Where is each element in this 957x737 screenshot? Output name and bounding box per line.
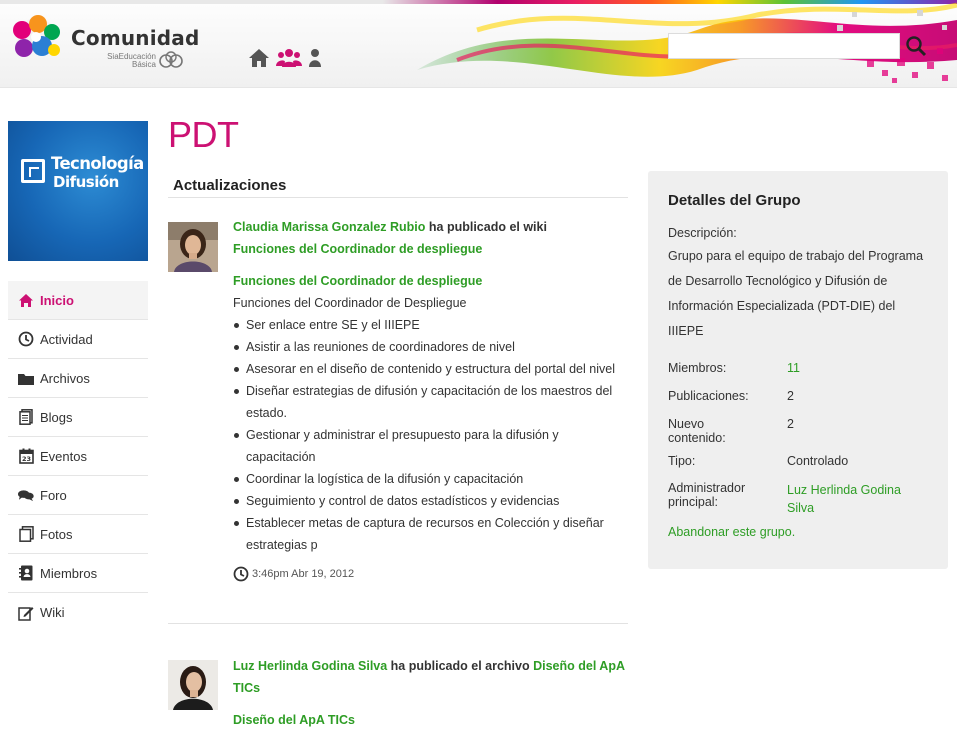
- type-value: Controlado: [787, 454, 849, 468]
- menu-item-label: Actividad: [40, 331, 93, 347]
- list-item: Diseñar estrategias de difusión y capaci…: [233, 380, 628, 424]
- menu-item-fotos[interactable]: Fotos: [8, 515, 148, 554]
- updates-heading: Actualizaciones: [168, 172, 628, 198]
- activity-content: Claudia Marissa Gonzalez Rubio ha public…: [233, 216, 628, 582]
- admin-label: Administrador principal:: [668, 481, 778, 509]
- search-button[interactable]: [903, 32, 929, 60]
- svg-text:23: 23: [21, 455, 30, 463]
- menu-item-foro[interactable]: Foro: [8, 476, 148, 515]
- site-logo-icon[interactable]: [8, 12, 64, 64]
- new-content-label: Nuevo contenido:: [668, 417, 778, 445]
- admin-label-2: principal:: [668, 495, 719, 509]
- activity-summary: Luz Herlinda Godina Silva ha publicado e…: [233, 655, 628, 699]
- new-content-count: 2: [787, 417, 794, 431]
- description-text: Grupo para el equipo de trabajo del Prog…: [668, 249, 924, 338]
- updates-heading-text: Actualizaciones: [173, 177, 287, 194]
- blog-icon: [18, 409, 34, 425]
- admin-name-2: Silva: [787, 501, 815, 515]
- activity-content: Luz Herlinda Godina Silva ha publicado e…: [233, 655, 628, 731]
- folder-icon: [18, 370, 34, 386]
- groups-icon[interactable]: [276, 48, 302, 73]
- menu-item-blogs[interactable]: Blogs: [8, 398, 148, 437]
- search-icon: [906, 36, 927, 57]
- menu-item-actividad[interactable]: Actividad: [8, 320, 148, 359]
- activity-action: ha publicado el archivo: [387, 659, 534, 673]
- content-list: Ser enlace entre SE y el IIIEPE Asistir …: [233, 314, 628, 556]
- content-intro: Funciones del Coordinador de Despliegue: [233, 296, 467, 310]
- posts-label: Publicaciones:: [668, 389, 749, 403]
- list-item: Gestionar y administrar el presupuesto p…: [233, 424, 628, 468]
- search-box: [668, 33, 900, 59]
- menu-item-label: Fotos: [40, 526, 73, 542]
- menu-item-label: Foro: [40, 487, 67, 503]
- members-label: Miembros:: [668, 361, 727, 375]
- clock-icon: [18, 331, 34, 347]
- author-link[interactable]: Claudia Marissa Gonzalez Rubio: [233, 220, 425, 234]
- tecnologia-logo-icon: [21, 159, 45, 183]
- admin-label-1: Administrador: [668, 481, 746, 495]
- knot-logo-icon: [159, 51, 183, 68]
- group-menu: Inicio Actividad Archivos Blogs 23 Event…: [8, 281, 148, 632]
- address-book-icon: [18, 565, 34, 581]
- page-title: PDT: [168, 114, 239, 155]
- group-details-panel: Detalles del Grupo Descripción: Grupo pa…: [648, 171, 948, 569]
- home-icon: [18, 292, 34, 308]
- brand-subtitle: SiaEducación Básica: [104, 53, 156, 69]
- search-input[interactable]: [669, 34, 899, 58]
- calendar-icon: 23: [18, 448, 34, 464]
- brand-name[interactable]: Comunidad: [71, 26, 200, 50]
- clock-icon: [233, 566, 249, 582]
- menu-item-miembros[interactable]: Miembros: [8, 554, 148, 593]
- object-link[interactable]: Funciones del Coordinador de despliegue: [233, 242, 482, 256]
- photos-icon: [18, 526, 34, 542]
- list-item: Seguimiento y control de datos estadísti…: [233, 490, 628, 512]
- chat-icon: [18, 487, 34, 503]
- content-title-link[interactable]: Funciones del Coordinador de despliegue: [233, 270, 628, 292]
- list-item: Establecer metas de captura de recursos …: [233, 512, 628, 556]
- group-owner-image[interactable]: Tecnología Difusión: [8, 121, 148, 261]
- menu-item-label: Inicio: [40, 292, 74, 308]
- list-item: Asistir a las reuniones de coordinadores…: [233, 336, 628, 358]
- menu-item-archivos[interactable]: Archivos: [8, 359, 148, 398]
- edit-icon: [18, 605, 34, 621]
- posts-count: 2: [787, 389, 794, 403]
- menu-item-label: Wiki: [40, 605, 65, 620]
- brand-subtitle-line2: Básica: [131, 60, 156, 69]
- menu-item-wiki[interactable]: Wiki: [8, 593, 148, 632]
- author-link[interactable]: Luz Herlinda Godina Silva: [233, 659, 387, 673]
- avatar[interactable]: [168, 222, 218, 272]
- new-content-label-1: Nuevo: [668, 417, 705, 431]
- type-label: Tipo:: [668, 454, 696, 468]
- activity-action: ha publicado el wiki: [425, 220, 547, 234]
- menu-item-inicio[interactable]: Inicio: [8, 281, 148, 320]
- description-label: Descripción:: [668, 226, 737, 240]
- content-title-link[interactable]: Diseño del ApA TICs: [233, 709, 628, 731]
- timestamp: 3:46pm Abr 19, 2012: [233, 566, 628, 582]
- menu-item-label: Blogs: [40, 409, 73, 425]
- timestamp-text: 3:46pm Abr 19, 2012: [252, 568, 355, 580]
- site-header: Comunidad SiaEducación Básica: [0, 0, 957, 88]
- admin-name-1: Luz Herlinda Godina: [787, 483, 901, 497]
- list-item: Ser enlace entre SE y el IIIEPE: [233, 314, 628, 336]
- list-item: Asesorar en el diseño de contenido y est…: [233, 358, 628, 380]
- avatar[interactable]: [168, 660, 218, 710]
- item-divider: [168, 623, 628, 624]
- owner-image-text-1: Tecnología: [51, 154, 144, 173]
- activity-summary: Claudia Marissa Gonzalez Rubio ha public…: [233, 216, 628, 260]
- admin-link[interactable]: Luz Herlinda Godina Silva: [787, 481, 937, 517]
- menu-item-label: Miembros: [40, 565, 98, 581]
- header-nav: [248, 48, 322, 73]
- profile-icon[interactable]: [308, 48, 322, 73]
- members-count-link[interactable]: 11: [787, 361, 937, 375]
- new-content-label-2: contenido:: [668, 431, 726, 445]
- menu-item-eventos[interactable]: 23 Eventos: [8, 437, 148, 476]
- menu-item-label: Eventos: [40, 448, 87, 464]
- home-icon[interactable]: [248, 48, 270, 73]
- leave-group-link[interactable]: Abandonar este grupo.: [668, 525, 795, 539]
- owner-image-text-2: Difusión: [53, 173, 119, 191]
- details-heading: Detalles del Grupo: [668, 192, 801, 209]
- list-item: Coordinar la logística de la difusión y …: [233, 468, 628, 490]
- menu-item-label: Archivos: [40, 370, 90, 386]
